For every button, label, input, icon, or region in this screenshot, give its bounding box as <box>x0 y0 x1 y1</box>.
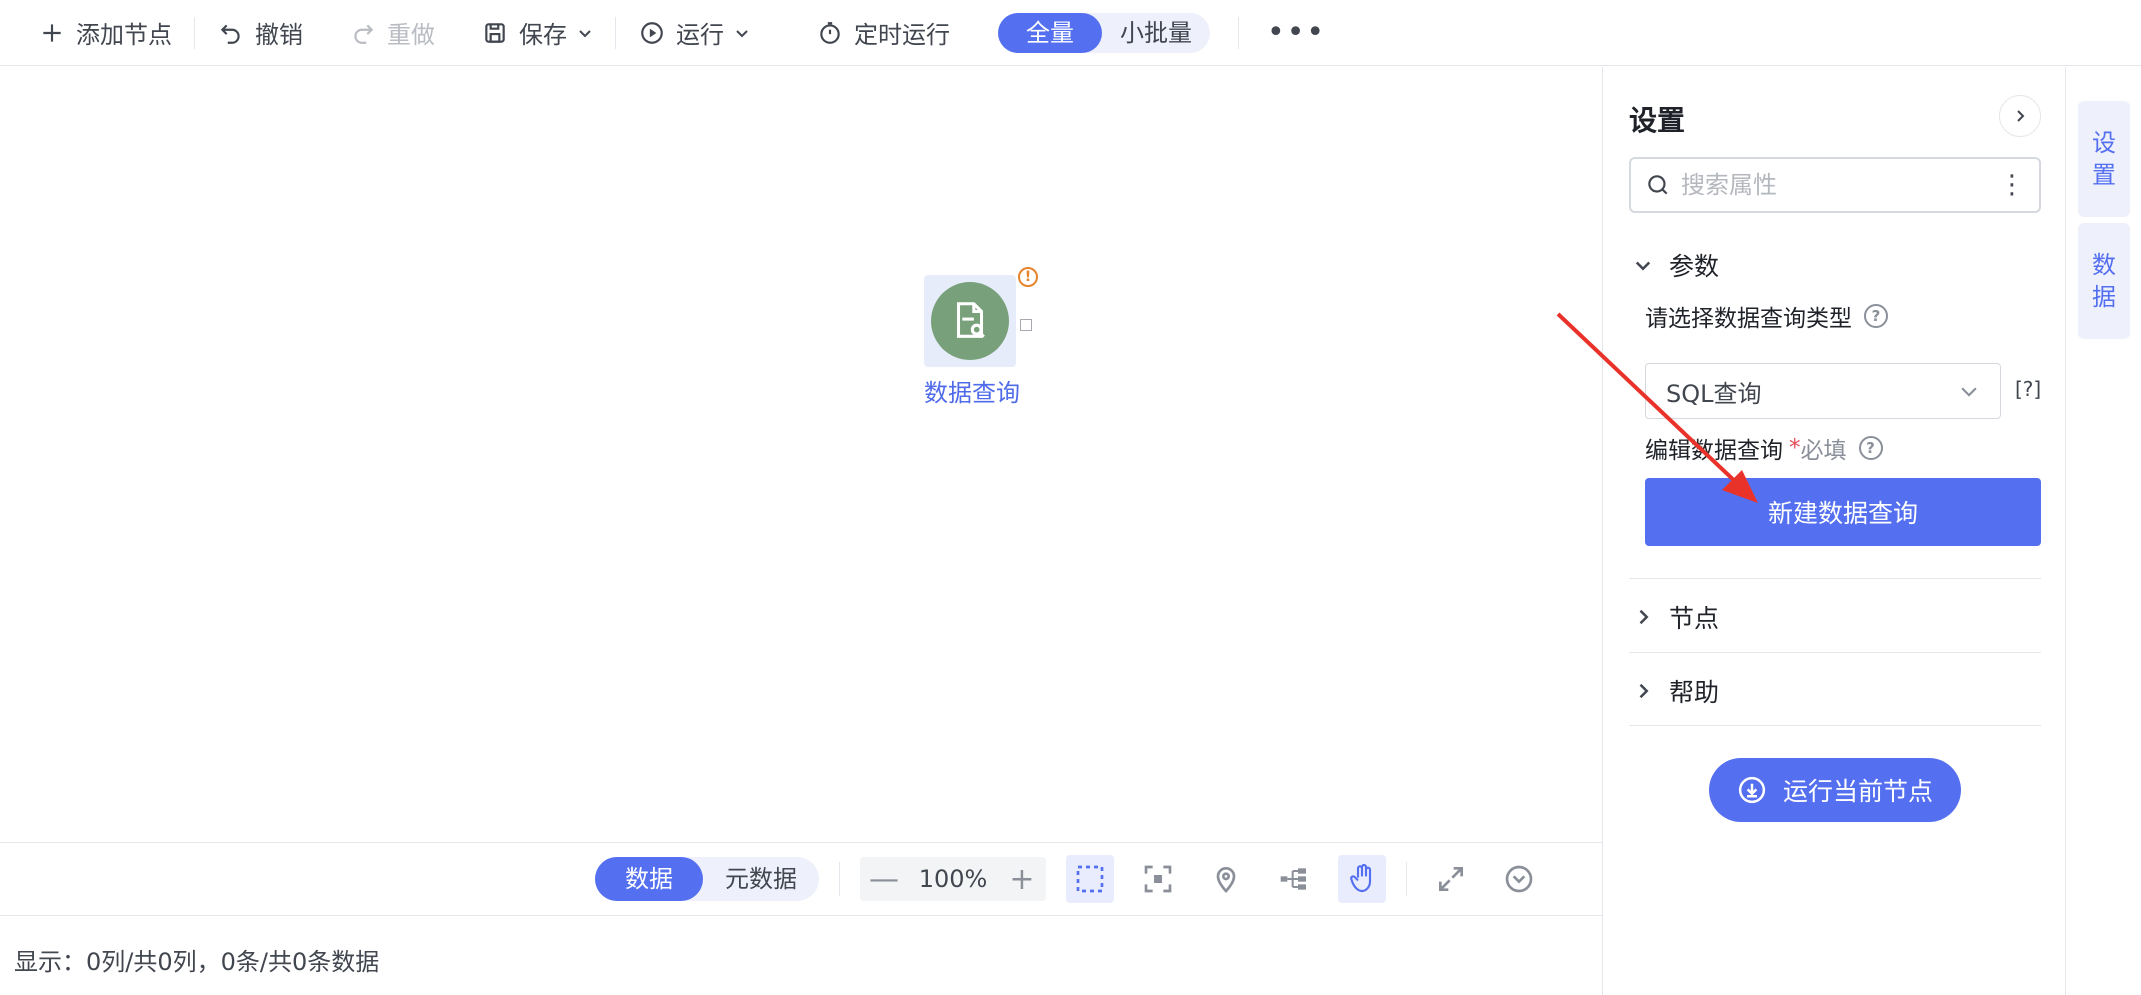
section-params[interactable]: 参数 <box>1633 247 1719 283</box>
section-params-label: 参数 <box>1669 252 1720 281</box>
plus-icon <box>38 19 66 47</box>
more-icon[interactable]: ••• <box>1267 15 1326 50</box>
chevron-down-icon <box>1961 387 1977 397</box>
edit-query-label: 编辑数据查询 <box>1645 438 1783 464</box>
run-button[interactable]: 运行 <box>630 11 758 55</box>
query-type-select[interactable]: SQL查询 <box>1645 363 2001 419</box>
new-query-button[interactable]: 新建数据查询 <box>1645 478 2041 546</box>
save-label: 保存 <box>519 21 567 49</box>
chevron-right-icon <box>2017 110 2025 122</box>
auto-layout-icon[interactable] <box>1270 855 1318 903</box>
mode-option-small-batch[interactable]: 小批量 <box>1102 13 1210 53</box>
toolbar-divider <box>194 16 195 49</box>
location-pin-icon[interactable] <box>1202 855 1250 903</box>
expand-icon[interactable] <box>1427 855 1475 903</box>
section-divider <box>1629 725 2041 726</box>
add-node-button[interactable]: 添加节点 <box>30 11 180 55</box>
view-option-metadata[interactable]: 元数据 <box>703 857 819 901</box>
run-current-node-label: 运行当前节点 <box>1782 777 1933 806</box>
side-tab-data[interactable]: 数 据 <box>2078 223 2130 339</box>
help-icon[interactable]: ? <box>1858 436 1883 460</box>
query-type-value: SQL查询 <box>1666 379 1762 408</box>
expression-button[interactable]: [?] <box>2015 377 2041 401</box>
chevron-down-icon <box>736 29 748 37</box>
section-node[interactable]: 节点 <box>1633 599 1719 635</box>
add-node-label: 添加节点 <box>76 21 172 49</box>
side-tab-settings[interactable]: 设 置 <box>2078 101 2130 217</box>
settings-panel: 设置 ⋮ 参数 请选择数据查询类型 ? SQL查询 [?] 编辑数据查询 * 必… <box>1602 67 2065 995</box>
run-current-node-button[interactable]: 运行当前节点 <box>1709 758 1961 822</box>
zoom-level: 100% <box>918 865 988 893</box>
panel-title: 设置 <box>1629 104 1686 137</box>
property-search: ⋮ <box>1629 157 2041 213</box>
section-help[interactable]: 帮助 <box>1633 673 1719 709</box>
section-divider <box>1629 652 2041 653</box>
canvas-bottom-bar: 数据 元数据 — 100% + <box>0 842 1602 916</box>
download-circle-icon <box>1738 776 1766 804</box>
redo-icon <box>349 19 377 47</box>
section-help-label: 帮助 <box>1669 678 1720 707</box>
chevron-down-icon <box>579 29 591 37</box>
node-output-port[interactable] <box>1020 319 1032 331</box>
toolbar-divider <box>615 16 616 49</box>
undo-label: 撤销 <box>255 21 303 49</box>
search-icon <box>1648 175 1668 195</box>
scheduled-run-button[interactable]: 定时运行 <box>808 11 958 55</box>
node-label: 数据查询 <box>924 379 1020 407</box>
query-type-field: 请选择数据查询类型 ? <box>1645 299 1888 333</box>
chevron-down-circle-icon[interactable] <box>1495 855 1543 903</box>
chevron-right-icon <box>1639 683 1649 699</box>
run-mode-toggle: 全量 小批量 <box>998 12 1210 53</box>
view-option-data[interactable]: 数据 <box>595 857 703 901</box>
redo-button[interactable]: 重做 <box>341 11 443 55</box>
warning-icon: ! <box>1018 267 1038 287</box>
help-icon[interactable]: ? <box>1864 304 1888 328</box>
scheduled-run-label: 定时运行 <box>854 21 950 49</box>
undo-button[interactable]: 撤销 <box>209 11 311 55</box>
play-circle-icon <box>638 19 666 47</box>
stopwatch-icon <box>816 19 844 47</box>
node-selection-box[interactable] <box>924 275 1016 367</box>
data-status-text: 显示：0列/共0列，0条/共0条数据 <box>14 948 380 976</box>
side-tab-bar: 设 置 数 据 <box>2065 67 2141 995</box>
toolbar-divider <box>1238 16 1239 49</box>
undo-icon <box>217 19 245 47</box>
bottom-divider <box>1406 862 1407 896</box>
box-select-icon[interactable] <box>1066 855 1114 903</box>
hand-pan-icon[interactable] <box>1338 855 1386 903</box>
query-type-label: 请选择数据查询类型 <box>1645 306 1852 332</box>
save-button[interactable]: 保存 <box>473 11 601 55</box>
fit-view-icon[interactable] <box>1134 855 1182 903</box>
document-search-icon <box>931 282 1009 360</box>
flow-canvas[interactable]: ! 数据查询 <box>0 67 1602 842</box>
zoom-in-button[interactable]: + <box>998 857 1046 901</box>
mode-option-full[interactable]: 全量 <box>998 12 1102 53</box>
redo-label: 重做 <box>387 21 435 49</box>
run-label: 运行 <box>676 21 724 49</box>
required-mark: * <box>1789 435 1801 461</box>
chevron-down-icon <box>1635 261 1651 271</box>
required-text: 必填 <box>1800 438 1847 464</box>
edit-query-field: 编辑数据查询 * 必填 ? <box>1645 431 1883 465</box>
section-node-label: 节点 <box>1669 604 1720 633</box>
section-divider <box>1629 578 2041 579</box>
chevron-right-icon <box>1639 609 1649 625</box>
search-input[interactable] <box>1681 171 1999 199</box>
toolbar: 添加节点 撤销 重做 保存 运行 定时运行 全量 小批量 ••• <box>0 0 2141 66</box>
data-view-toggle: 数据 元数据 <box>595 857 819 901</box>
collapse-panel-button[interactable] <box>1999 95 2041 137</box>
zoom-control: — 100% + <box>860 857 1046 901</box>
bottom-divider <box>839 862 840 896</box>
kebab-menu-icon[interactable]: ⋮ <box>1999 170 2025 200</box>
save-icon <box>481 19 509 47</box>
zoom-out-button[interactable]: — <box>860 857 908 901</box>
